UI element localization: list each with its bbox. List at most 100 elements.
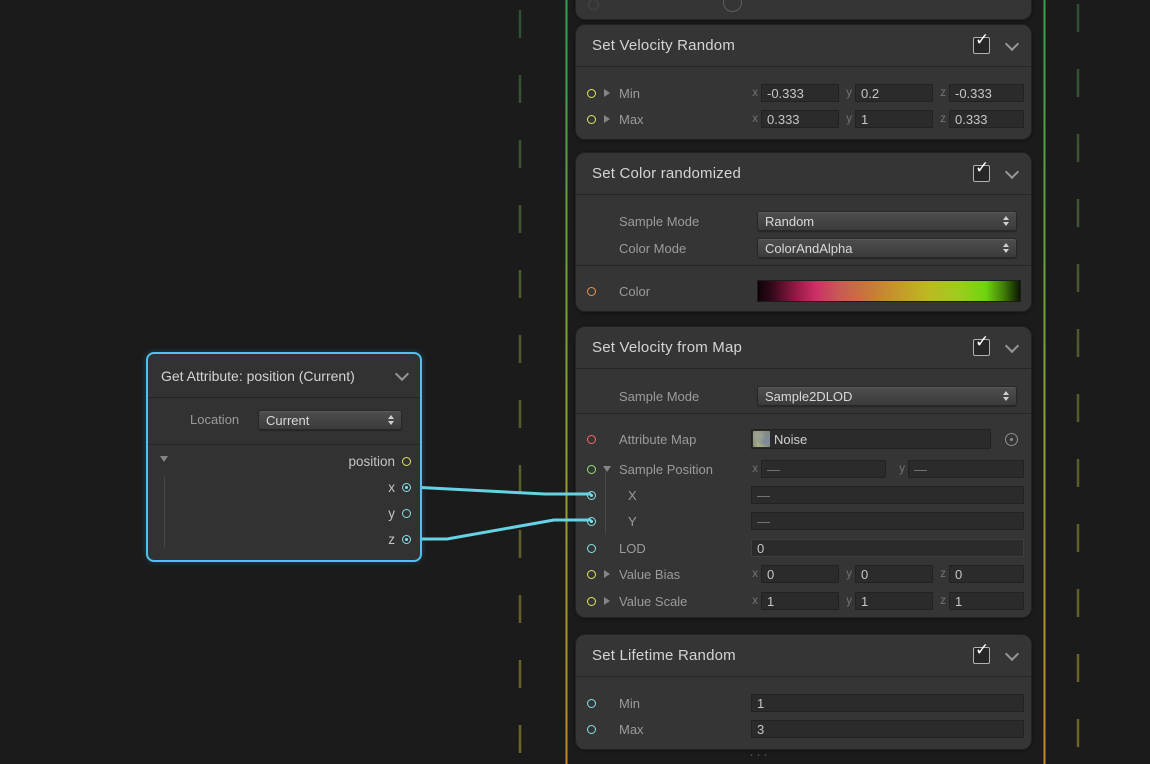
min-z-field[interactable]: -0.333 — [949, 84, 1024, 102]
port-min-float[interactable] — [587, 699, 596, 708]
row-label: Value Bias — [619, 567, 680, 582]
port-value-bias-vector3[interactable] — [587, 570, 596, 579]
port-z-float-connected[interactable] — [402, 535, 411, 544]
port-x-float-connected[interactable] — [587, 491, 596, 500]
partial-icon — [723, 0, 742, 12]
location-label: Location — [190, 412, 239, 427]
attribute-map-field[interactable]: Noise — [751, 429, 991, 449]
axis-x-label: x — [751, 568, 758, 580]
node-get-attribute-position[interactable]: Get Attribute: position (Current) Locati… — [146, 352, 422, 562]
row-label: Color Mode — [619, 241, 686, 256]
value-scale-z-field[interactable]: 1 — [949, 592, 1024, 610]
color-mode-dropdown[interactable]: ColorAndAlpha — [757, 238, 1017, 258]
value-bias-z-field[interactable]: 0 — [949, 565, 1024, 583]
row-label: Sample Mode — [619, 214, 699, 229]
enabled-checkbox[interactable] — [973, 37, 990, 54]
row-min: Min 1 — [576, 690, 1031, 716]
value-bias-x-field[interactable]: 0 — [761, 565, 839, 583]
block-set-velocity-random[interactable]: Set Velocity Random Min x -0.333 y 0.2 z… — [575, 24, 1032, 140]
row-label: Max — [619, 112, 644, 127]
sample-position-x-field[interactable]: — — [761, 460, 886, 478]
axis-z-label: z — [939, 113, 946, 125]
row-label: Y — [628, 514, 637, 529]
port-min-vector3[interactable] — [587, 89, 596, 98]
value-scale-x-field[interactable]: 1 — [761, 592, 839, 610]
lifetime-min-field[interactable]: 1 — [751, 694, 1024, 712]
row-label: Sample Mode — [619, 389, 699, 404]
vfx-graph-canvas[interactable]: Set Velocity Random Min x -0.333 y 0.2 z… — [0, 0, 1150, 764]
row-sample-position: Sample Position x — y — — [576, 456, 1031, 482]
enabled-checkbox[interactable] — [973, 339, 990, 356]
block-header[interactable]: Set Color randomized — [576, 153, 1031, 195]
popup-icon — [1003, 216, 1009, 226]
foldout-right-icon[interactable] — [604, 570, 610, 578]
divider — [576, 265, 1031, 266]
port-lod-float[interactable] — [587, 544, 596, 553]
axis-x-label: x — [751, 595, 758, 607]
port-y-float[interactable] — [402, 509, 411, 518]
min-x-field[interactable]: -0.333 — [761, 84, 839, 102]
sample-position-y-field[interactable]: — — [908, 460, 1024, 478]
axis-y-label: y — [845, 113, 852, 125]
row-sample-mode: Sample Mode Random — [576, 208, 1031, 234]
port-color-gradient[interactable] — [587, 287, 596, 296]
chevron-down-icon[interactable] — [1005, 338, 1019, 352]
output-row-z: z — [148, 526, 420, 552]
output-label: x — [388, 480, 395, 495]
port-max-vector3[interactable] — [587, 115, 596, 124]
port-x-float-connected[interactable] — [402, 483, 411, 492]
max-x-field[interactable]: 0.333 — [761, 110, 839, 128]
foldout-right-icon[interactable] — [604, 89, 610, 97]
foldout-right-icon[interactable] — [604, 597, 610, 605]
lifetime-max-field[interactable]: 3 — [751, 720, 1024, 738]
edge-z-to-y[interactable] — [411, 520, 590, 539]
chevron-down-icon[interactable] — [1005, 646, 1019, 660]
block-set-velocity-from-map[interactable]: Set Velocity from Map Sample Mode Sample… — [575, 326, 1032, 618]
block-header[interactable]: Set Velocity Random — [576, 25, 1031, 67]
port-max-float[interactable] — [587, 725, 596, 734]
output-label: y — [388, 506, 395, 521]
row-label: Color — [619, 284, 650, 299]
axis-y-label: y — [845, 568, 852, 580]
row-x: X — — [576, 482, 1031, 508]
enabled-checkbox[interactable] — [973, 165, 990, 182]
min-y-field[interactable]: 0.2 — [855, 84, 933, 102]
port-value-scale-vector3[interactable] — [587, 597, 596, 606]
chevron-down-icon[interactable] — [1005, 164, 1019, 178]
output-label: position — [348, 454, 395, 469]
sample-mode-dropdown[interactable]: Random — [757, 211, 1017, 231]
sample-mode-dropdown[interactable]: Sample2DLOD — [757, 386, 1017, 406]
max-z-field[interactable]: 0.333 — [949, 110, 1024, 128]
max-y-field[interactable]: 1 — [855, 110, 933, 128]
x-field[interactable]: — — [751, 486, 1024, 504]
enabled-checkbox[interactable] — [973, 647, 990, 664]
lod-field[interactable]: 0 — [751, 539, 1024, 557]
color-gradient-field[interactable] — [757, 280, 1021, 302]
port-sample-position-vector2[interactable] — [587, 465, 596, 474]
edge-x-to-x[interactable] — [411, 487, 590, 494]
texture-thumbnail — [753, 431, 770, 447]
block-set-color-randomized[interactable]: Set Color randomized Sample Mode Random … — [575, 152, 1032, 312]
block-header[interactable]: Set Velocity from Map — [576, 327, 1031, 369]
partial-port — [588, 0, 599, 10]
block-partial-top[interactable] — [575, 0, 1032, 20]
block-header[interactable]: Set Lifetime Random — [576, 635, 1031, 677]
value-scale-y-field[interactable]: 1 — [855, 592, 933, 610]
chevron-down-icon[interactable] — [1005, 36, 1019, 50]
port-position-vector3[interactable] — [402, 457, 411, 466]
port-attribute-map-texture[interactable] — [587, 435, 596, 444]
y-field[interactable]: — — [751, 512, 1024, 530]
chevron-down-icon[interactable] — [395, 366, 409, 380]
row-label: Min — [619, 86, 640, 101]
block-title: Set Velocity Random — [592, 37, 973, 54]
port-y-float-connected[interactable] — [587, 517, 596, 526]
axis-x-label: x — [751, 113, 758, 125]
location-dropdown[interactable]: Current — [258, 410, 402, 430]
axis-z-label: z — [939, 595, 946, 607]
block-set-lifetime-random[interactable]: Set Lifetime Random Min 1 Max 3 — [575, 634, 1032, 750]
more-blocks-indicator: ··· — [749, 746, 770, 763]
node-header[interactable]: Get Attribute: position (Current) — [148, 354, 420, 398]
foldout-right-icon[interactable] — [604, 115, 610, 123]
value-bias-y-field[interactable]: 0 — [855, 565, 933, 583]
object-picker-icon[interactable] — [1005, 433, 1018, 446]
